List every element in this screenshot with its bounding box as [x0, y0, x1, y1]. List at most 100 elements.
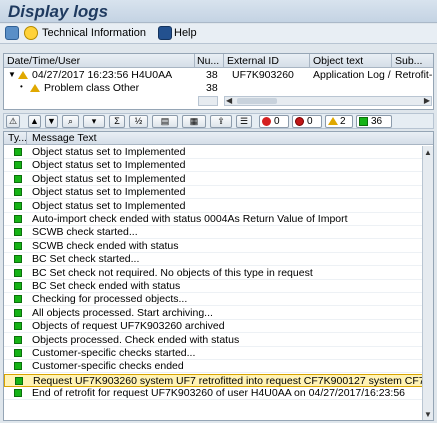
- print-icon[interactable]: ▤: [152, 115, 178, 128]
- message-text: Object status set to Implemented: [32, 159, 186, 172]
- message-row[interactable]: Object status set to Implemented: [4, 146, 433, 159]
- scroll-right-icon[interactable]: ▶: [424, 96, 430, 105]
- message-list-header: Ty... Message Text: [4, 132, 433, 145]
- col-external-id[interactable]: External ID: [227, 55, 305, 67]
- stop-count-filter[interactable]: 0: [292, 115, 322, 128]
- layout-icon[interactable]: ☰: [236, 115, 252, 128]
- help-button[interactable]: Help: [174, 27, 197, 39]
- title-bar: Display logs: [0, 0, 437, 23]
- tree-date-user: 04/27/2017 16:23:56 H4U0AA: [32, 69, 173, 81]
- success-icon: [14, 174, 22, 183]
- success-icon: [14, 228, 22, 237]
- message-row[interactable]: Objects of request UF7K903260 archived: [4, 320, 433, 334]
- success-icon: [14, 148, 22, 156]
- success-icon: [14, 201, 22, 210]
- message-text: Auto-import check ended with status 0004…: [32, 213, 348, 225]
- page-title: Display logs: [8, 2, 109, 21]
- details-icon[interactable]: ⚠: [6, 115, 20, 128]
- message-toolbar: ⚠ ▲ ▼ ⌕ ▾ Σ ½ ▤ ▦ ⇪ ☰ 0 0 2 36: [3, 113, 434, 129]
- success-icon: [14, 322, 22, 331]
- message-text: Object status set to Implemented: [32, 146, 186, 158]
- success-icon: [14, 215, 22, 223]
- message-row[interactable]: Object status set to Implemented: [4, 159, 433, 173]
- technical-info-icon[interactable]: [24, 26, 38, 40]
- message-row[interactable]: Checking for processed objects...: [4, 293, 433, 307]
- sum-icon[interactable]: Σ: [109, 115, 125, 128]
- message-text: Object status set to Implemented: [32, 172, 186, 185]
- tree-object-text: Application Log /...: [313, 69, 391, 81]
- success-icon: [359, 117, 368, 126]
- message-list: Ty... Message Text Object status set to …: [3, 131, 434, 421]
- export-icon[interactable]: ⇪: [210, 115, 232, 128]
- message-text: SCWB check ended with status: [32, 239, 179, 252]
- filter-icon[interactable]: ▾: [83, 115, 105, 128]
- success-icon: [14, 295, 22, 304]
- col-number[interactable]: Nu...: [197, 55, 219, 67]
- message-row[interactable]: BC Set check not required. No objects of…: [4, 267, 433, 280]
- success-icon: [14, 282, 22, 290]
- message-text: Customer-specific checks ended: [32, 360, 184, 373]
- tree-problem-class: Problem class Other: [44, 82, 140, 94]
- warning-icon: [328, 116, 338, 125]
- message-text: BC Set check ended with status: [32, 280, 181, 292]
- scroll-down-icon[interactable]: ▼: [424, 410, 432, 419]
- help-icon[interactable]: [158, 26, 172, 40]
- success-icon: [14, 161, 22, 170]
- collapse-arrow-icon[interactable]: ▼: [8, 70, 16, 79]
- success-icon: [14, 335, 22, 344]
- message-row[interactable]: BC Set check ended with status: [4, 280, 433, 293]
- message-row[interactable]: Customer-specific checks started...: [4, 347, 433, 360]
- message-row[interactable]: SCWB check started...: [4, 226, 433, 240]
- sort-desc-icon[interactable]: ▼: [45, 115, 58, 128]
- message-row[interactable]: Request UF7K903260 system UF7 retrofitte…: [4, 373, 433, 387]
- subtotal-icon[interactable]: ½: [129, 115, 148, 128]
- vertical-scrollbar[interactable]: ▲ ▼: [422, 146, 433, 420]
- col-object-text[interactable]: Object text: [313, 55, 387, 67]
- success-count-filter[interactable]: 36: [356, 115, 392, 128]
- message-row[interactable]: SCWB check ended with status: [4, 239, 433, 253]
- message-text: Objects of request UF7K903260 archived: [32, 320, 225, 333]
- warning-icon: [18, 69, 28, 81]
- message-row[interactable]: Auto-import check ended with status 0004…: [4, 213, 433, 226]
- message-row[interactable]: Object status set to Implemented: [4, 172, 433, 186]
- message-text: Object status set to Implemented: [32, 186, 186, 199]
- message-row[interactable]: BC Set check started...: [4, 253, 433, 267]
- tree-row-problem-class[interactable]: • Problem class Other 38: [4, 82, 433, 95]
- message-row[interactable]: All objects processed. Start archiving..…: [4, 307, 433, 320]
- success-icon: [14, 268, 22, 277]
- refresh-icon[interactable]: [5, 26, 19, 40]
- error-icon: [262, 117, 271, 126]
- message-text: Objects processed. Check ended with stat…: [32, 333, 240, 346]
- message-text: Customer-specific checks started...: [32, 347, 196, 359]
- col-type[interactable]: Ty...: [8, 132, 27, 144]
- message-row[interactable]: Object status set to Implemented: [4, 200, 433, 213]
- message-text: SCWB check started...: [32, 226, 138, 239]
- technical-info-button[interactable]: Technical Information: [42, 27, 146, 39]
- scroll-up-icon[interactable]: ▲: [424, 148, 432, 157]
- tree-number: 38: [206, 69, 218, 81]
- message-row[interactable]: Objects processed. Check ended with stat…: [4, 333, 433, 347]
- col-message-text[interactable]: Message Text: [32, 132, 97, 144]
- tree-external-id: UF7K903260: [232, 69, 294, 81]
- message-row[interactable]: Customer-specific checks ended: [4, 360, 433, 374]
- find-icon[interactable]: ⌕: [62, 115, 79, 128]
- tree-number: 38: [206, 82, 218, 94]
- sort-asc-icon[interactable]: ▲: [28, 115, 41, 128]
- error-count-filter[interactable]: 0: [259, 115, 289, 128]
- tree-header: Date/Time/User Nu... External ID Object …: [4, 54, 433, 68]
- message-row[interactable]: End of retrofit for request UF7K903260 o…: [4, 387, 433, 401]
- success-icon: [14, 308, 22, 317]
- number-column-scrollbar[interactable]: [198, 96, 218, 106]
- views-icon[interactable]: ▦: [182, 115, 206, 128]
- success-icon: [14, 389, 22, 398]
- tree-row-log[interactable]: ▼ 04/27/2017 16:23:56 H4U0AA 38 UF7K9032…: [4, 69, 433, 82]
- warning-count-filter[interactable]: 2: [325, 115, 353, 128]
- success-icon: [15, 376, 23, 385]
- message-row[interactable]: Object status set to Implemented: [4, 186, 433, 200]
- col-date-time-user[interactable]: Date/Time/User: [7, 55, 191, 67]
- application-toolbar: Technical Information Help: [0, 24, 437, 44]
- col-sub[interactable]: Sub...: [395, 55, 433, 67]
- scroll-left-icon[interactable]: ◀: [226, 96, 232, 105]
- success-icon: [14, 255, 22, 264]
- horizontal-scrollbar[interactable]: ◀ ▶: [224, 96, 432, 106]
